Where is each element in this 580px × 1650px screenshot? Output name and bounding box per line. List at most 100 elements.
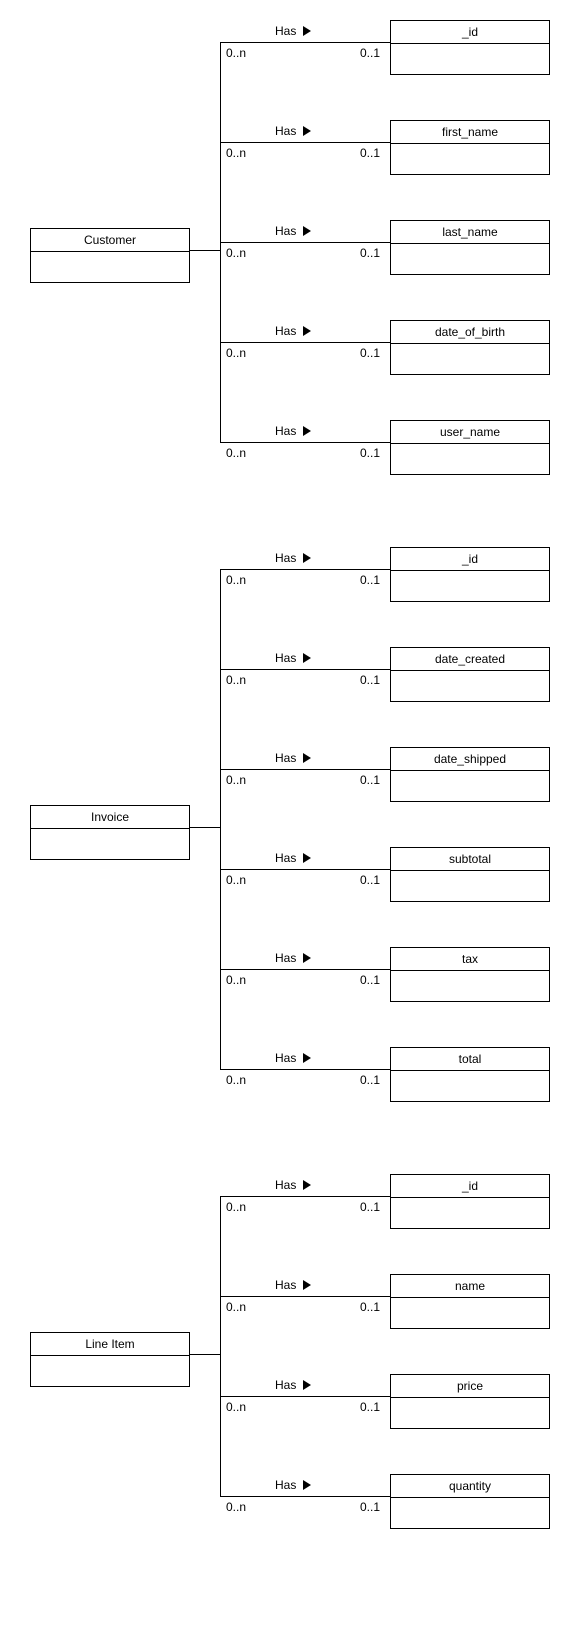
connector-h: [220, 769, 390, 770]
triangle-right-icon: [303, 1053, 311, 1063]
multiplicity-right: 0..1: [360, 1200, 380, 1214]
multiplicity-right: 0..1: [360, 46, 380, 60]
attribute-box-body: [391, 871, 549, 901]
multiplicity-left: 0..n: [226, 1500, 246, 1514]
relationship-label: Has: [275, 951, 311, 965]
attribute-box-body: [391, 1298, 549, 1328]
multiplicity-left: 0..n: [226, 1400, 246, 1414]
attribute-box-body: [391, 971, 549, 1001]
triangle-right-icon: [303, 853, 311, 863]
connector-h: [190, 250, 220, 251]
attribute-box-title: price: [391, 1375, 549, 1398]
attribute-box-title: _id: [391, 1175, 549, 1198]
attribute-box: _id: [390, 547, 550, 602]
entity-box-main: Line Item: [30, 1332, 190, 1387]
multiplicity-left: 0..n: [226, 146, 246, 160]
attribute-box-title: date_shipped: [391, 748, 549, 771]
attribute-box-title: date_of_birth: [391, 321, 549, 344]
relationship-label: Has: [275, 224, 311, 238]
connector-h: [220, 969, 390, 970]
entity-box-main-body: [31, 252, 189, 282]
multiplicity-left: 0..n: [226, 573, 246, 587]
triangle-right-icon: [303, 1280, 311, 1290]
triangle-right-icon: [303, 226, 311, 236]
multiplicity-left: 0..n: [226, 1300, 246, 1314]
multiplicity-left: 0..n: [226, 873, 246, 887]
attribute-box-title: date_created: [391, 648, 549, 671]
triangle-right-icon: [303, 26, 311, 36]
attribute-box: quantity: [390, 1474, 550, 1529]
attribute-box: name: [390, 1274, 550, 1329]
triangle-right-icon: [303, 1480, 311, 1490]
multiplicity-left: 0..n: [226, 973, 246, 987]
multiplicity-left: 0..n: [226, 673, 246, 687]
relationship-label: Has: [275, 24, 311, 38]
connector-h: [190, 827, 220, 828]
connector-h: [220, 42, 390, 43]
connector-h: [220, 1296, 390, 1297]
attribute-box-title: total: [391, 1048, 549, 1071]
relationship-label: Has: [275, 424, 311, 438]
attribute-box-title: user_name: [391, 421, 549, 444]
triangle-right-icon: [303, 753, 311, 763]
multiplicity-left: 0..n: [226, 446, 246, 460]
relationship-label: Has: [275, 651, 311, 665]
triangle-right-icon: [303, 953, 311, 963]
multiplicity-right: 0..1: [360, 146, 380, 160]
attribute-box-body: [391, 1498, 549, 1528]
attribute-box-body: [391, 671, 549, 701]
multiplicity-right: 0..1: [360, 1300, 380, 1314]
attribute-box-body: [391, 771, 549, 801]
triangle-right-icon: [303, 326, 311, 336]
connector-h: [220, 669, 390, 670]
entity-box-main: Invoice: [30, 805, 190, 860]
connector-h: [220, 142, 390, 143]
connector-h: [220, 1196, 390, 1197]
multiplicity-right: 0..1: [360, 973, 380, 987]
attribute-box-title: last_name: [391, 221, 549, 244]
multiplicity-right: 0..1: [360, 446, 380, 460]
relationship-label: Has: [275, 1278, 311, 1292]
attribute-box: _id: [390, 1174, 550, 1229]
entity-box-main-title: Customer: [31, 229, 189, 252]
attribute-box-body: [391, 244, 549, 274]
relationship-label: Has: [275, 851, 311, 865]
triangle-right-icon: [303, 553, 311, 563]
attribute-box: total: [390, 1047, 550, 1102]
connector-v: [220, 569, 221, 1069]
multiplicity-left: 0..n: [226, 346, 246, 360]
attribute-box: tax: [390, 947, 550, 1002]
connector-h: [220, 1396, 390, 1397]
attribute-box-title: _id: [391, 548, 549, 571]
attribute-box: date_created: [390, 647, 550, 702]
attribute-box: last_name: [390, 220, 550, 275]
connector-h: [190, 1354, 220, 1355]
attribute-box-title: name: [391, 1275, 549, 1298]
attribute-box-title: quantity: [391, 1475, 549, 1498]
multiplicity-right: 0..1: [360, 1400, 380, 1414]
triangle-right-icon: [303, 1180, 311, 1190]
attribute-box-body: [391, 444, 549, 474]
entity-box-main-title: Line Item: [31, 1333, 189, 1356]
multiplicity-right: 0..1: [360, 1073, 380, 1087]
triangle-right-icon: [303, 126, 311, 136]
relationship-label: Has: [275, 124, 311, 138]
multiplicity-right: 0..1: [360, 346, 380, 360]
triangle-right-icon: [303, 426, 311, 436]
attribute-box: subtotal: [390, 847, 550, 902]
relationship-label: Has: [275, 1051, 311, 1065]
attribute-box-body: [391, 44, 549, 74]
attribute-box-title: _id: [391, 21, 549, 44]
multiplicity-right: 0..1: [360, 873, 380, 887]
attribute-box-title: subtotal: [391, 848, 549, 871]
entity-box-main: Customer: [30, 228, 190, 283]
attribute-box: date_of_birth: [390, 320, 550, 375]
multiplicity-right: 0..1: [360, 246, 380, 260]
connector-h: [220, 242, 390, 243]
attribute-box-body: [391, 144, 549, 174]
connector-h: [220, 342, 390, 343]
relationship-label: Has: [275, 1478, 311, 1492]
connector-h: [220, 869, 390, 870]
attribute-box: price: [390, 1374, 550, 1429]
multiplicity-left: 0..n: [226, 1200, 246, 1214]
